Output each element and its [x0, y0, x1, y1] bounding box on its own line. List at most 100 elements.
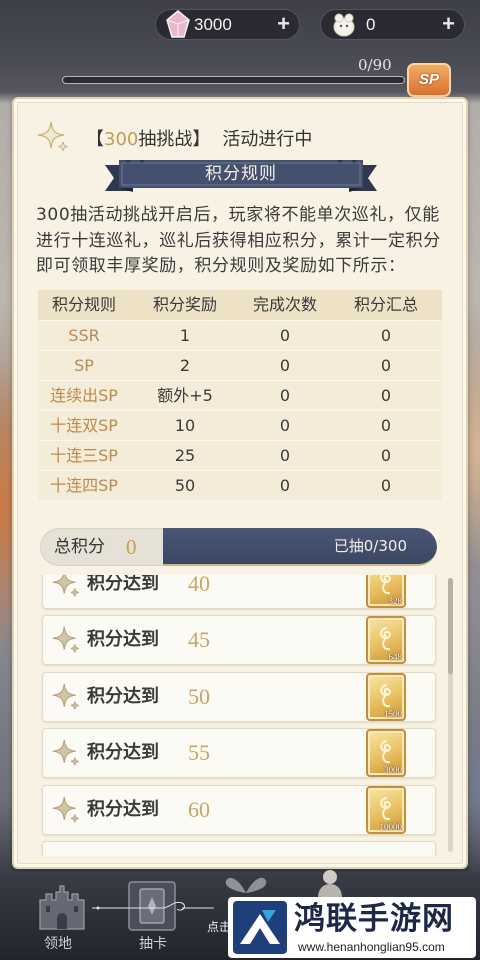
flourish-divider: [92, 896, 214, 916]
pity-progress-bar: [62, 76, 405, 84]
reward-card-icon[interactable]: 10000: [366, 786, 406, 834]
sheep-amount: 0: [366, 15, 376, 34]
total-score-value: 0: [126, 535, 137, 559]
sparkle-icon: [51, 575, 81, 599]
site-url: www.henanhonglian95.com: [298, 940, 445, 954]
sparkle-icon: [51, 738, 81, 768]
reward-points: 50: [188, 684, 210, 709]
rule-name: 十连双SP: [50, 416, 118, 435]
reward-amount: 1500: [384, 709, 402, 719]
reward-card-icon[interactable]: 3000: [366, 729, 406, 777]
reward-points: 40: [188, 575, 210, 596]
crystal-icon: [164, 8, 192, 41]
rule-name: 十连四SP: [50, 476, 118, 495]
sheep-icon: [330, 8, 358, 41]
rule-points: 额外+5: [157, 386, 213, 405]
rule-points: 10: [174, 416, 196, 435]
reward-points: 45: [188, 627, 210, 652]
reward-row[interactable]: 积分达到 45 648: [42, 615, 436, 665]
table-row: 十连四SP 50 0 0: [38, 470, 442, 500]
rule-points: 2: [179, 356, 191, 375]
reward-card-icon[interactable]: 1500: [366, 673, 406, 721]
site-name: 鸿联手游网: [294, 901, 454, 937]
table-row: 连续出SP 额外+5 0 0: [38, 380, 442, 410]
column-header: 完成次数: [252, 295, 317, 314]
reward-amount: 328: [388, 596, 403, 606]
currency-pill-crystal[interactable]: 3000 +: [155, 9, 300, 40]
rule-points: 25: [174, 446, 196, 465]
event-status: 活动进行中: [222, 129, 313, 150]
rule-sum: 0: [380, 326, 392, 345]
rule-count: 0: [279, 386, 291, 405]
character-icon[interactable]: [312, 868, 348, 898]
add-crystal-button[interactable]: +: [277, 10, 290, 38]
add-sheep-button[interactable]: +: [442, 10, 455, 38]
butterfly-icon[interactable]: [224, 873, 268, 899]
reward-points: 55: [188, 740, 210, 765]
title-draw-count: 300: [104, 129, 139, 150]
rule-name: SP: [74, 356, 94, 375]
rules-table: 积分规则 积分奖励 完成次数 积分汇总 SSR 1 0 0 SP 2 0 0 连…: [38, 290, 442, 500]
reward-condition-label: 积分达到: [87, 686, 159, 707]
total-score-bar: 总积分 0 已抽0/300: [40, 528, 437, 566]
title-challenge-name: 抽挑战】: [138, 129, 211, 150]
panel-title: 【300抽挑战】 活动进行中: [86, 129, 312, 151]
rule-name: SSR: [68, 326, 100, 345]
reward-amount: 10000: [379, 822, 403, 832]
currency-pill-sheep[interactable]: 0 +: [320, 9, 465, 40]
sparkle-icon: [51, 625, 81, 655]
sparkle-icon: [51, 795, 81, 825]
rules-ribbon: 积分规则: [105, 160, 377, 192]
reward-points: 60: [188, 797, 210, 822]
reward-condition-label: 积分达到: [87, 575, 159, 594]
title-bracket: 【: [86, 129, 104, 150]
rules-description: 300抽活动挑战开启后，玩家将不能单次巡礼，仅能 进行十连巡礼，巡礼后获得相应积…: [36, 203, 450, 280]
reward-row[interactable]: 积分达到 60 10000: [42, 785, 436, 835]
rule-sum: 0: [380, 386, 392, 405]
reward-list-scrollbar[interactable]: [448, 578, 453, 852]
table-row: 十连双SP 10 0 0: [38, 410, 442, 440]
column-header: 积分规则: [51, 295, 116, 314]
rule-sum: 0: [380, 356, 392, 375]
draw-progress-text: 已抽0/300: [333, 537, 407, 555]
site-watermark: 鸿联手游网 www.henanhonglian95.com: [228, 897, 476, 958]
description-line: 300抽活动挑战开启后，玩家将不能单次巡礼，仅能: [36, 205, 440, 225]
table-row: 十连三SP 25 0 0: [38, 440, 442, 470]
crystal-amount: 3000: [194, 15, 232, 34]
column-header: 积分汇总: [353, 295, 418, 314]
reward-amount: 3000: [384, 765, 402, 775]
reward-row-partial[interactable]: [42, 841, 436, 856]
rule-count: 0: [279, 446, 291, 465]
reward-row[interactable]: 积分达到 50 1500: [42, 672, 436, 722]
rule-name: 十连三SP: [50, 446, 118, 465]
site-logo-icon: [232, 900, 288, 955]
reward-row[interactable]: 积分达到 55 3000: [42, 728, 436, 778]
reward-card-icon[interactable]: 328: [366, 575, 406, 608]
reward-condition-label: 积分达到: [87, 742, 159, 763]
rules-ribbon-label: 积分规则: [205, 164, 277, 184]
reward-row[interactable]: 积分达到 40 328: [42, 575, 436, 609]
sparkle-icon: [36, 120, 70, 154]
nav-label-territory[interactable]: 领地: [44, 933, 72, 953]
rule-points: 1: [179, 326, 191, 345]
reward-card-icon[interactable]: 648: [366, 616, 406, 664]
table-row: SSR 1 0 0: [38, 320, 442, 350]
description-line: 即可领取丰厚奖励，积分规则及奖励如下所示：: [36, 256, 406, 276]
scrollbar-thumb[interactable]: [448, 578, 453, 674]
challenge-panel: 【300抽挑战】 活动进行中 积分规则 300抽活动挑战开启后，玩家将不能单次巡礼…: [12, 97, 468, 869]
rule-name: 连续出SP: [50, 386, 118, 405]
rule-sum: 0: [380, 446, 392, 465]
sparkle-icon: [51, 682, 81, 712]
castle-icon[interactable]: [34, 884, 90, 930]
rule-sum: 0: [380, 416, 392, 435]
sp-badge[interactable]: SP: [407, 63, 451, 97]
rule-count: 0: [279, 476, 291, 495]
reward-condition-label: 积分达到: [87, 629, 159, 650]
nav-label-gacha[interactable]: 抽卡: [139, 933, 167, 953]
table-row: SP 2 0 0: [38, 350, 442, 380]
table-header-row: 积分规则 积分奖励 完成次数 积分汇总: [38, 290, 442, 320]
reward-list[interactable]: 积分达到 40 328 积分达到 45 648 积分达到 50 1500 积分达…: [40, 575, 440, 856]
pity-counter: 0/90: [358, 56, 392, 74]
column-header: 积分奖励: [152, 295, 217, 314]
total-score-label: 总积分: [54, 537, 105, 557]
